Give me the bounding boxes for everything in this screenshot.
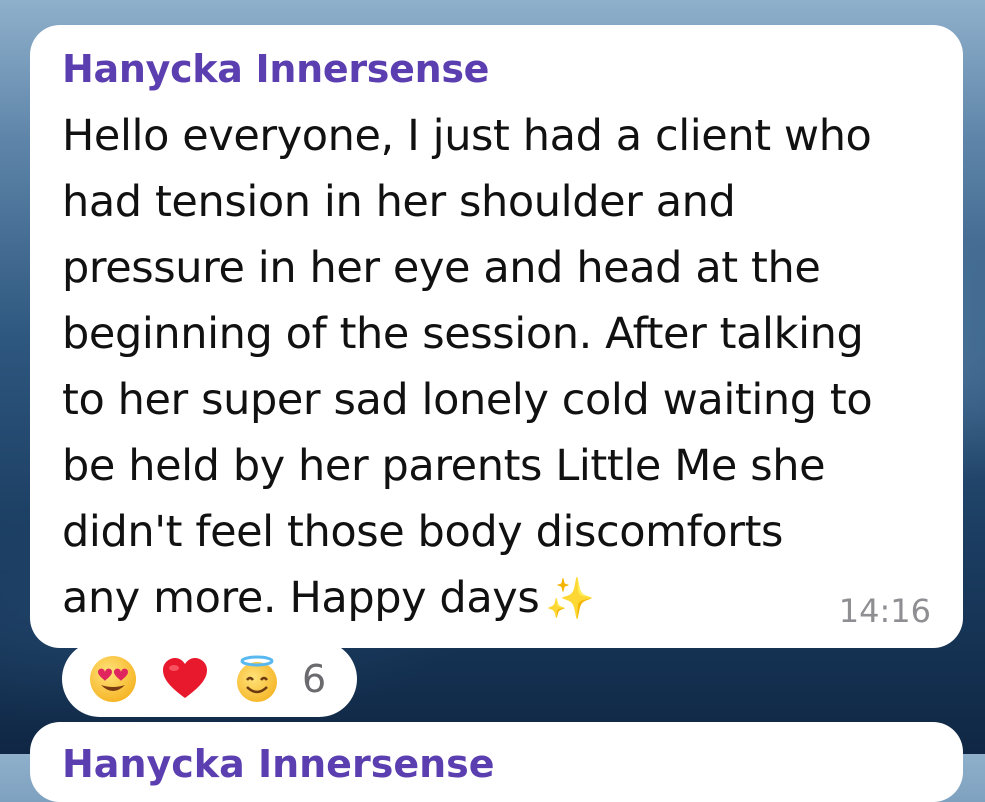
sender-name[interactable]: Hanycka Innersense [62,47,489,91]
sparkles-emoji-icon: ✨ [545,576,595,622]
reactions-bar[interactable]: 6 [62,641,357,717]
next-sender-name[interactable]: Hanycka Innersense [62,742,495,786]
next-message-bubble[interactable]: Hanycka Innersense [30,722,963,802]
message-bubble[interactable]: Hanycka Innersense Hello everyone, I jus… [30,25,963,648]
message-text: Hello everyone, I just had a client who … [62,103,902,632]
message-line: beginning of the session. After talking [62,309,864,359]
red-heart-emoji-icon[interactable] [160,654,210,704]
message-line: didn't feel those body discomforts [62,507,784,557]
message-timestamp: 14:16 [838,592,931,630]
message-line-last: any more. Happy days ✨ [62,565,902,632]
message-line: be held by her parents Little Me she [62,441,826,491]
message-line-text: any more. Happy days [62,573,540,623]
halo-smile-emoji-icon[interactable] [232,654,282,704]
heart-eyes-emoji-icon[interactable] [88,654,138,704]
message-line: to her super sad lonely cold waiting to [62,375,873,425]
message-line: pressure in her eye and head at the [62,243,821,293]
message-line: had tension in her shoulder and [62,177,736,227]
message-line: Hello everyone, I just had a client who [62,111,872,161]
reaction-count: 6 [302,657,327,701]
